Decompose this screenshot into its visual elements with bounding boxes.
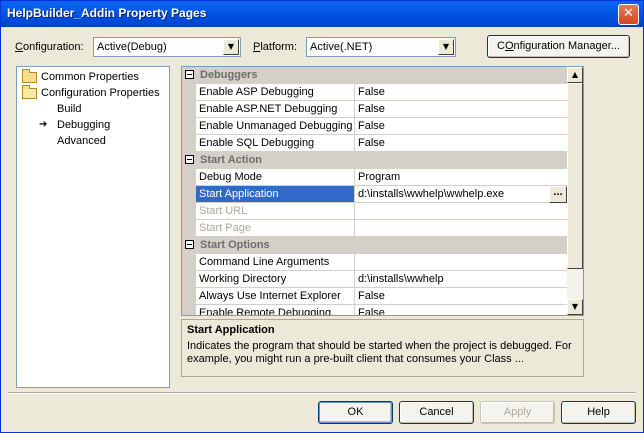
configuration-label: Configuration: xyxy=(15,41,84,53)
start-application-input[interactable]: d:\installs\wwhelp\wwhelp.exe xyxy=(355,186,549,203)
category-row[interactable]: Start Options xyxy=(182,237,567,254)
tree-item-debugging[interactable]: ➔ Debugging xyxy=(39,117,149,133)
property-grid: Debuggers Enable ASP Debugging False Ena… xyxy=(181,66,584,316)
property-row[interactable]: Start Page xyxy=(182,220,567,237)
property-row[interactable]: Working Directory d:\installs\wwhelp xyxy=(182,271,567,288)
configuration-manager-button[interactable]: COnfiguration Manager... xyxy=(487,35,630,58)
scroll-up-icon[interactable]: ▲ xyxy=(567,67,583,83)
chevron-down-icon[interactable]: ▼ xyxy=(223,39,239,55)
property-row[interactable]: Command Line Arguments xyxy=(182,254,567,271)
collapse-icon[interactable] xyxy=(185,240,194,249)
chevron-down-icon[interactable]: ▼ xyxy=(438,39,454,55)
description-panel: Start Application Indicates the program … xyxy=(181,319,584,377)
property-row[interactable]: Enable ASP.NET Debugging False xyxy=(182,101,567,118)
folder-icon xyxy=(22,69,37,83)
category-row[interactable]: Debuggers xyxy=(182,67,567,84)
description-text: Indicates the program that should be sta… xyxy=(187,340,572,365)
platform-select[interactable]: Active(.NET) ▼ xyxy=(306,37,456,57)
browse-button[interactable]: ... xyxy=(549,186,567,203)
property-grid-body: Debuggers Enable ASP Debugging False Ena… xyxy=(182,67,567,315)
open-folder-icon xyxy=(22,85,37,99)
platform-label: Platform: xyxy=(253,41,298,53)
platform-value: Active(.NET) xyxy=(310,41,373,53)
description-title: Start Application xyxy=(187,324,275,336)
tree-item-advanced[interactable]: Advanced xyxy=(57,133,106,149)
help-button[interactable]: Help xyxy=(561,401,636,424)
configuration-value: Active(Debug) xyxy=(97,41,167,53)
property-row[interactable]: Enable SQL Debugging False xyxy=(182,135,567,152)
scrollbar-thumb[interactable] xyxy=(567,83,583,269)
property-row[interactable]: Enable ASP Debugging False xyxy=(182,84,567,101)
close-button[interactable]: ✕ xyxy=(618,4,639,25)
title-bar[interactable]: HelpBuilder_Addin Property Pages ✕ xyxy=(1,1,643,27)
category-tree: Common Properties Configuration Properti… xyxy=(16,66,170,388)
arrow-right-icon: ➔ xyxy=(39,119,48,130)
property-row[interactable]: Start URL xyxy=(182,203,567,220)
window-title: HelpBuilder_Addin Property Pages xyxy=(7,6,207,20)
tree-item-build[interactable]: Build xyxy=(57,101,81,117)
property-row[interactable]: Debug Mode Program xyxy=(182,169,567,186)
collapse-icon[interactable] xyxy=(185,155,194,164)
apply-button[interactable]: Apply xyxy=(480,401,555,424)
property-row[interactable]: Always Use Internet Explorer False xyxy=(182,288,567,305)
configuration-select[interactable]: Active(Debug) ▼ xyxy=(93,37,241,57)
scroll-down-icon[interactable]: ▼ xyxy=(567,299,583,315)
property-pages-dialog: HelpBuilder_Addin Property Pages ✕ Confi… xyxy=(0,0,644,433)
cancel-button[interactable]: Cancel xyxy=(399,401,474,424)
close-icon: ✕ xyxy=(623,6,634,21)
property-row-selected[interactable]: Start Application d:\installs\wwhelp\wwh… xyxy=(182,186,567,203)
collapse-icon[interactable] xyxy=(185,70,194,79)
property-row[interactable]: Enable Unmanaged Debugging False xyxy=(182,118,567,135)
vertical-scrollbar[interactable]: ▲ ▼ xyxy=(567,67,583,315)
category-row[interactable]: Start Action xyxy=(182,152,567,169)
divider xyxy=(8,392,636,394)
ok-button[interactable]: OK xyxy=(318,401,393,424)
property-row[interactable]: Enable Remote Debugging False xyxy=(182,305,567,315)
